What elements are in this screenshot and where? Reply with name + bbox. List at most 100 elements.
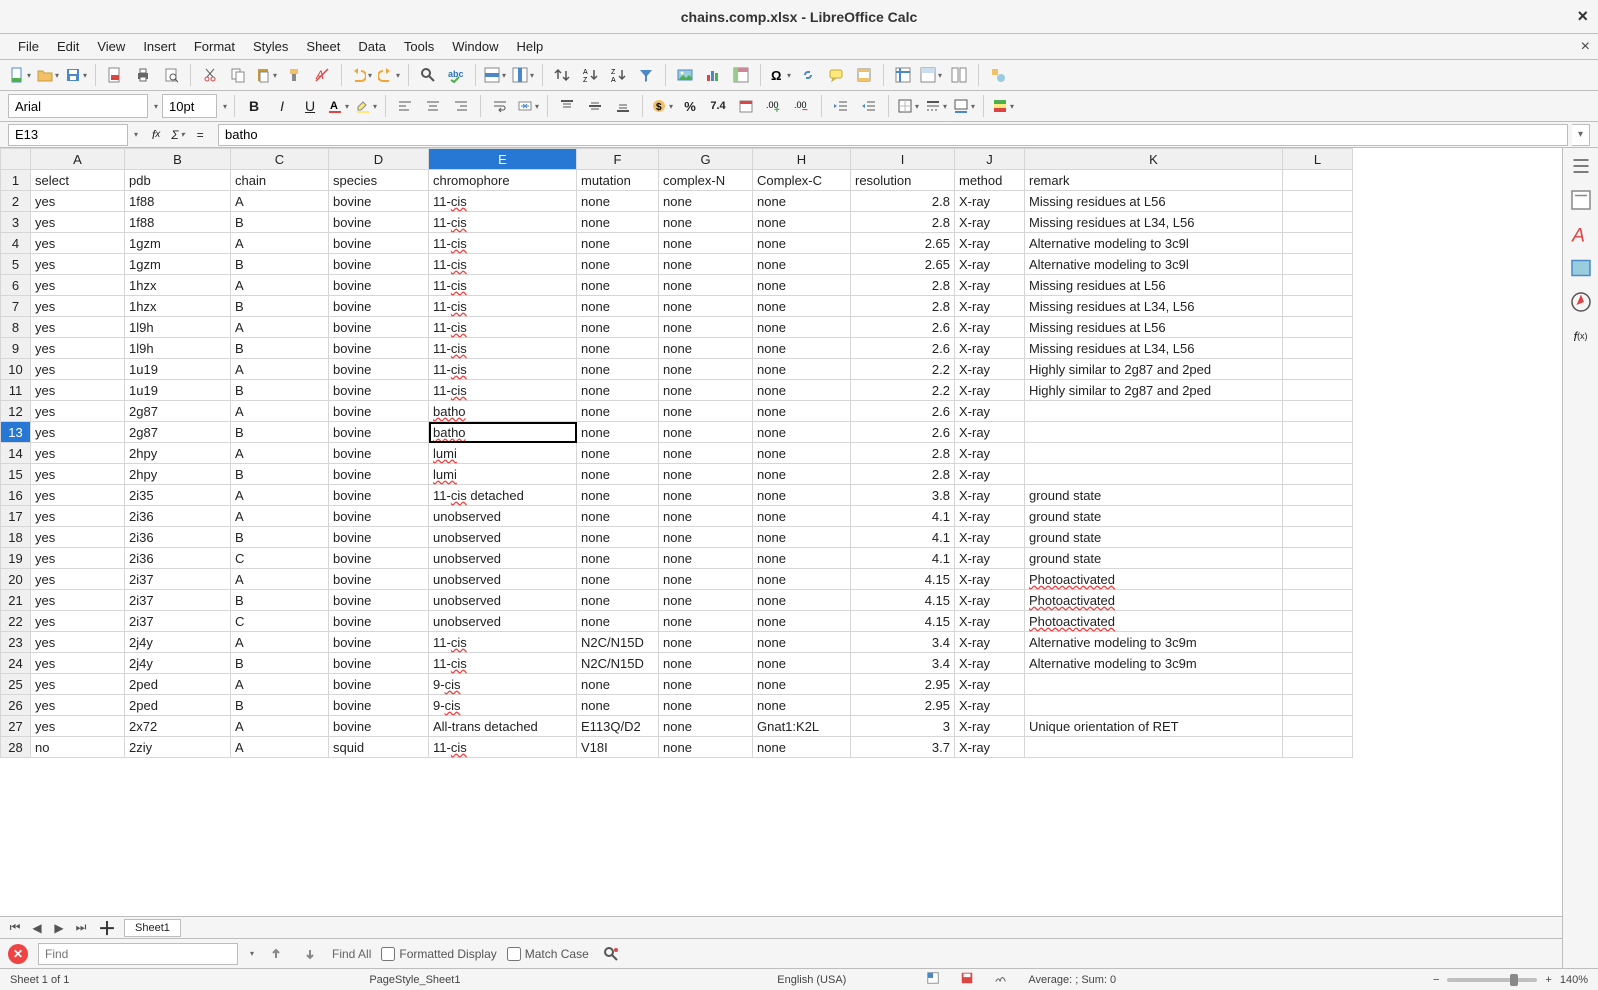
border-color-icon[interactable]: ▾ [952, 94, 976, 118]
cell[interactable]: Unique orientation of RET [1025, 716, 1283, 737]
cell[interactable]: 9-cis [429, 674, 577, 695]
currency-icon[interactable]: $▾ [650, 94, 674, 118]
cell[interactable]: B [231, 653, 329, 674]
cell[interactable]: bovine [329, 443, 429, 464]
cell[interactable]: none [753, 695, 851, 716]
menu-data[interactable]: Data [350, 36, 393, 57]
cell[interactable]: none [659, 317, 753, 338]
cell[interactable]: none [659, 548, 753, 569]
status-summary[interactable]: Average: ; Sum: 0 [1028, 974, 1116, 986]
cell[interactable]: none [659, 254, 753, 275]
cell[interactable]: ground state [1025, 506, 1283, 527]
close-document-button[interactable]: × [1581, 38, 1590, 56]
cell[interactable]: Gnat1:K2L [753, 716, 851, 737]
cell[interactable]: none [659, 191, 753, 212]
cell[interactable]: lumi [429, 464, 577, 485]
column-header[interactable]: I [851, 149, 955, 170]
cell[interactable]: 1u19 [125, 380, 231, 401]
cell[interactable]: none [659, 611, 753, 632]
row-header[interactable]: 9 [1, 338, 31, 359]
decimal-del-icon[interactable]: .00− [790, 94, 814, 118]
cell[interactable]: 2g87 [125, 401, 231, 422]
cell[interactable]: X-ray [955, 485, 1025, 506]
cell[interactable]: X-ray [955, 653, 1025, 674]
column-header[interactable]: B [125, 149, 231, 170]
row-header[interactable]: 3 [1, 212, 31, 233]
find-prev-icon[interactable] [264, 942, 288, 966]
indent-inc-icon[interactable] [829, 94, 853, 118]
cell[interactable]: yes [31, 464, 125, 485]
cell[interactable]: Missing residues at L56 [1025, 191, 1283, 212]
sidebar-navigator-icon[interactable] [1569, 290, 1593, 314]
cell[interactable]: E113Q/D2 [577, 716, 659, 737]
cell[interactable]: A [231, 674, 329, 695]
sidebar-functions-icon[interactable]: f(x) [1569, 324, 1593, 348]
cell[interactable]: bovine [329, 527, 429, 548]
cell[interactable]: none [659, 443, 753, 464]
save-icon[interactable]: ▾ [64, 63, 88, 87]
cell[interactable]: Missing residues at L56 [1025, 275, 1283, 296]
row-header[interactable]: 2 [1, 191, 31, 212]
cell[interactable]: yes [31, 485, 125, 506]
cell[interactable]: batho [429, 422, 577, 443]
cell[interactable]: 9-cis [429, 695, 577, 716]
cell[interactable]: none [577, 422, 659, 443]
status-signature-icon[interactable] [994, 971, 1008, 988]
cell[interactable]: A [231, 443, 329, 464]
cell[interactable]: yes [31, 695, 125, 716]
cell[interactable]: none [659, 401, 753, 422]
tab-next-icon[interactable]: ▶ [50, 919, 68, 937]
cell[interactable]: none [659, 338, 753, 359]
cell[interactable]: bovine [329, 401, 429, 422]
cell[interactable]: none [753, 359, 851, 380]
cell[interactable]: none [577, 233, 659, 254]
cell[interactable]: remark [1025, 170, 1283, 191]
sidebar-styles-icon[interactable]: A [1569, 222, 1593, 246]
redo-icon[interactable]: ▾ [377, 63, 401, 87]
cell[interactable]: bovine [329, 464, 429, 485]
cell[interactable]: bovine [329, 485, 429, 506]
cell[interactable]: bovine [329, 611, 429, 632]
add-sheet-button[interactable]: ＋ [94, 915, 120, 941]
cell[interactable]: bovine [329, 506, 429, 527]
date-icon[interactable] [734, 94, 758, 118]
cell[interactable]: 4.15 [851, 590, 955, 611]
bold-icon[interactable]: B [242, 94, 266, 118]
cell[interactable]: 2.8 [851, 191, 955, 212]
cell[interactable]: bovine [329, 695, 429, 716]
italic-icon[interactable]: I [270, 94, 294, 118]
cell[interactable]: yes [31, 380, 125, 401]
cell[interactable]: B [231, 380, 329, 401]
clone-format-icon[interactable] [282, 63, 306, 87]
cell[interactable]: none [659, 485, 753, 506]
align-center-icon[interactable] [421, 94, 445, 118]
cell[interactable] [1025, 674, 1283, 695]
column-header[interactable]: D [329, 149, 429, 170]
sidebar-settings-icon[interactable] [1569, 154, 1593, 178]
cell[interactable]: 11-cis [429, 737, 577, 758]
undo-icon[interactable]: ▾ [349, 63, 373, 87]
cell[interactable]: none [753, 422, 851, 443]
cell[interactable]: bovine [329, 191, 429, 212]
cell[interactable]: none [753, 464, 851, 485]
cell[interactable]: 1hzx [125, 296, 231, 317]
cell[interactable]: none [577, 674, 659, 695]
sheet-tab[interactable]: Sheet1 [124, 919, 181, 937]
print-preview-icon[interactable] [159, 63, 183, 87]
spreadsheet-grid[interactable]: ABCDEFGHIJKL 1selectpdbchainspecieschrom… [0, 148, 1353, 758]
draw-functions-icon[interactable] [986, 63, 1010, 87]
cell[interactable]: 1hzx [125, 275, 231, 296]
cell[interactable]: X-ray [955, 506, 1025, 527]
cell[interactable]: B [231, 338, 329, 359]
cell[interactable]: select [31, 170, 125, 191]
cell[interactable]: none [659, 527, 753, 548]
cell[interactable]: X-ray [955, 191, 1025, 212]
cell[interactable]: none [659, 506, 753, 527]
cell[interactable]: 2.8 [851, 275, 955, 296]
cell[interactable]: yes [31, 359, 125, 380]
cell[interactable]: bovine [329, 380, 429, 401]
cell[interactable]: X-ray [955, 695, 1025, 716]
cell[interactable]: none [753, 401, 851, 422]
cell[interactable]: A [231, 632, 329, 653]
cell[interactable]: none [659, 716, 753, 737]
